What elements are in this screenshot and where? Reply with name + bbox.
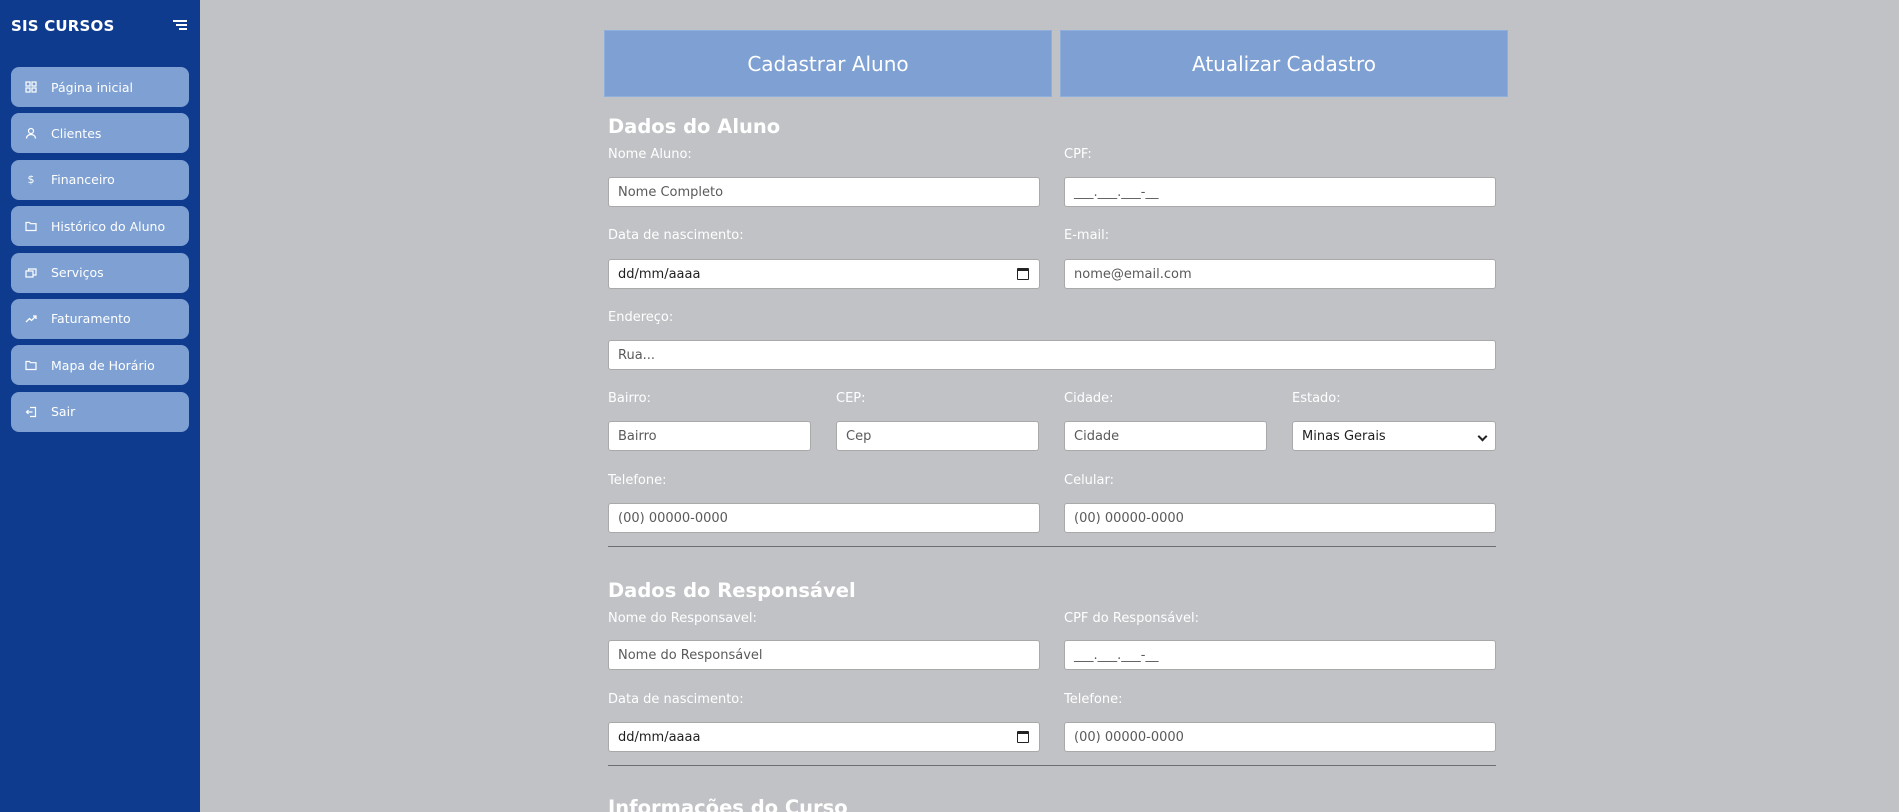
student-cpf-input[interactable]: ___.___.___-__ (1064, 177, 1496, 207)
section-title-student: Dados do Aluno (608, 115, 781, 138)
guardian-cpf-label: CPF do Responsável: (1064, 611, 1199, 626)
student-address-label: Endereço: (608, 310, 674, 325)
section-title-course: Informações do Curso (608, 796, 848, 812)
calendar-icon[interactable] (1017, 268, 1029, 280)
student-birth-label: Data de nascimento: (608, 228, 744, 243)
student-phone-input[interactable]: (00) 00000-0000 (608, 503, 1040, 533)
folder-icon (25, 359, 37, 371)
student-phone-label: Telefone: (608, 473, 667, 488)
student-cep-label: CEP: (836, 391, 866, 406)
sidebar-item-pagina-inicial[interactable]: Página inicial (11, 67, 189, 107)
dollar-icon: $ (27, 173, 35, 187)
student-email-label: E-mail: (1064, 228, 1110, 243)
student-birth-date-input[interactable]: dd/mm/aaaa (608, 259, 1040, 289)
guardian-birth-date-input[interactable]: dd/mm/aaaa (608, 722, 1040, 752)
student-email-input[interactable]: nome@email.com (1064, 259, 1496, 289)
student-name-label: Nome Aluno: (608, 147, 692, 162)
cards-icon (25, 267, 37, 279)
student-state-select[interactable]: Minas Gerais (1292, 421, 1496, 451)
sidebar-item-label: Faturamento (51, 311, 131, 327)
sidebar-item-faturamento[interactable]: Faturamento (11, 298, 189, 339)
guardian-phone-input[interactable]: (00) 00000-0000 (1064, 722, 1496, 752)
student-city-label: Cidade: (1064, 391, 1114, 406)
section-divider (608, 765, 1496, 766)
section-title-guardian: Dados do Responsável (608, 579, 856, 602)
guardian-name-label: Nome do Responsavel: (608, 611, 757, 626)
guardian-name-input[interactable]: Nome do Responsável (608, 640, 1040, 670)
student-name-input[interactable]: Nome Completo (608, 177, 1040, 207)
student-district-label: Bairro: (608, 391, 652, 406)
trend-icon (25, 313, 37, 325)
student-state-label: Estado: (1292, 391, 1341, 406)
logout-icon (25, 406, 37, 418)
guardian-birth-label: Data de nascimento: (608, 692, 744, 707)
student-address-input[interactable]: Rua... (608, 340, 1496, 370)
sidebar-item-label: Histórico do Aluno (51, 218, 166, 234)
sidebar-item-label: Serviços (51, 265, 104, 281)
date-value: dd/mm/aaaa (618, 729, 701, 745)
user-icon (25, 127, 37, 139)
sidebar-item-label: Financeiro (51, 172, 115, 188)
menu-toggle-icon[interactable] (173, 20, 187, 32)
sidebar: SIS CURSOS Página inicial Clientes $ Fin… (0, 0, 200, 812)
sidebar-item-label: Sair (51, 404, 76, 420)
student-mobile-input[interactable]: (00) 00000-0000 (1064, 503, 1496, 533)
tab-atualizar-cadastro[interactable]: Atualizar Cadastro (1060, 30, 1508, 97)
calendar-icon[interactable] (1017, 731, 1029, 743)
guardian-cpf-input[interactable]: ___.___.___-__ (1064, 640, 1496, 670)
sidebar-item-label: Página inicial (51, 79, 133, 95)
student-mobile-label: Celular: (1064, 473, 1115, 488)
sidebar-item-mapa-horario[interactable]: Mapa de Horário (11, 345, 189, 386)
sidebar-item-servicos[interactable]: Serviços (11, 252, 189, 293)
student-cep-input[interactable]: Cep (836, 421, 1039, 451)
sidebar-item-historico[interactable]: Histórico do Aluno (11, 206, 189, 247)
sidebar-item-financeiro[interactable]: $ Financeiro (11, 159, 189, 200)
guardian-phone-label: Telefone: (1064, 692, 1123, 707)
grid-icon (25, 81, 37, 93)
chevron-down-icon (1477, 431, 1488, 442)
student-district-input[interactable]: Bairro (608, 421, 811, 451)
date-value: dd/mm/aaaa (618, 266, 701, 282)
sidebar-item-label: Clientes (51, 125, 102, 141)
sidebar-item-label: Mapa de Horário (51, 357, 155, 373)
folder-icon (25, 220, 37, 232)
sidebar-item-sair[interactable]: Sair (11, 391, 189, 432)
student-city-input[interactable]: Cidade (1064, 421, 1267, 451)
state-selected-value: Minas Gerais (1302, 428, 1386, 444)
sidebar-item-clientes[interactable]: Clientes (11, 113, 189, 154)
tab-cadastrar-aluno[interactable]: Cadastrar Aluno (604, 30, 1052, 97)
section-divider (608, 546, 1496, 547)
sidebar-nav: Página inicial Clientes $ Financeiro His… (11, 67, 189, 438)
brand-title: SIS CURSOS (11, 17, 115, 35)
student-cpf-label: CPF: (1064, 147, 1092, 162)
